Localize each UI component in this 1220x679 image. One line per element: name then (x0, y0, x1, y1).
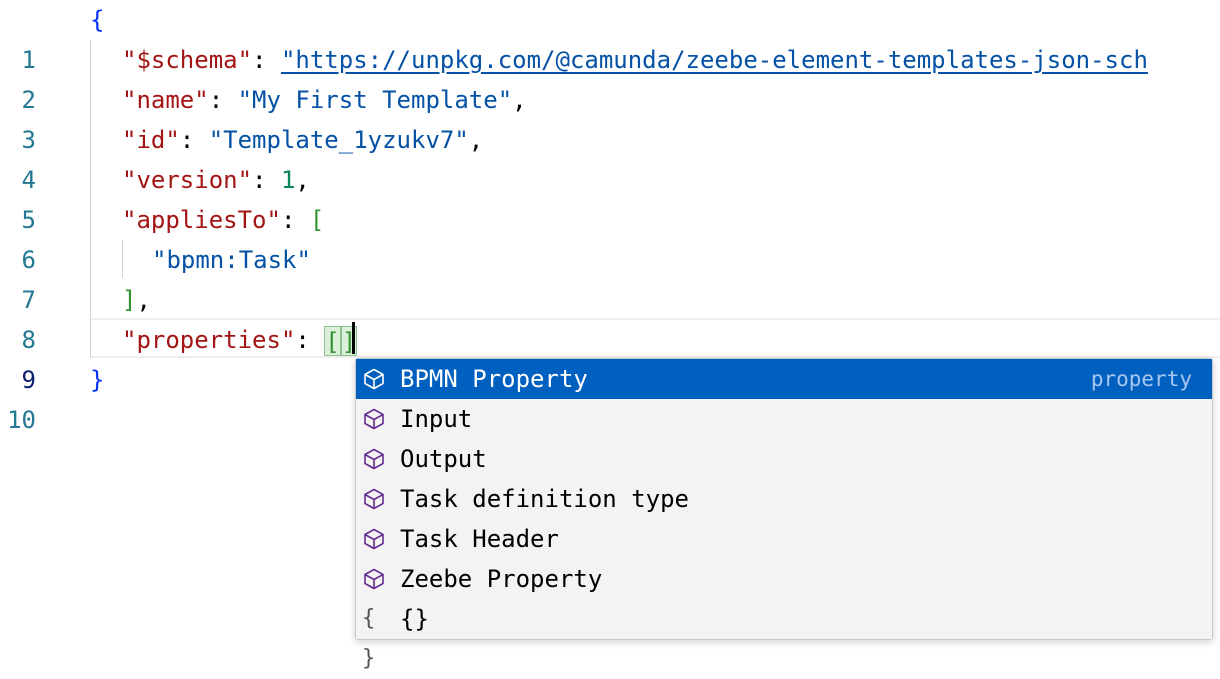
suggestion-label: Zeebe Property (400, 565, 603, 593)
cube-icon (364, 368, 384, 390)
json-key: "id" (122, 126, 180, 154)
schema-link[interactable]: "https://unpkg.com/@camunda/zeebe-elemen… (281, 46, 1148, 74)
colon: : (208, 86, 238, 114)
suggestion-label: Task Header (400, 525, 559, 553)
json-number: 1 (280, 166, 296, 194)
comma: , (512, 86, 527, 114)
suggestion-label: {} (400, 605, 429, 633)
json-key: "name" (122, 86, 209, 114)
json-key: "$schema" (122, 46, 253, 74)
bracket-match-open: [ (324, 326, 341, 356)
text-cursor (352, 322, 355, 354)
json-string: "bpmn:Task" (152, 246, 311, 274)
code-line-active[interactable]: 9 "properties": [] (0, 320, 1220, 394)
json-key: "appliesTo" (122, 206, 281, 234)
colon: : (179, 126, 209, 154)
code-line[interactable]: 8 ], (0, 280, 1220, 354)
colon: : (252, 46, 281, 74)
comma: , (136, 286, 151, 314)
code-line[interactable]: 6 "appliesTo": [ (0, 200, 1220, 274)
cube-icon (364, 448, 384, 470)
suggestion-task-definition-type[interactable]: Task definition type (356, 479, 1212, 519)
suggestion-label: Output (400, 445, 487, 473)
suggestion-label: Task definition type (400, 485, 689, 513)
suggestion-label: Input (400, 405, 473, 433)
suggestion-input[interactable]: Input (356, 399, 1212, 439)
json-string: "My First Template" (237, 86, 513, 114)
json-string: "Template_1yzukv7" (208, 126, 469, 154)
code-line[interactable]: 4 "id": "Template_1yzukv7", (0, 120, 1220, 194)
cube-icon (364, 488, 384, 510)
close-bracket: ] (122, 286, 137, 314)
suggestion-bpmn-property[interactable]: BPMN Property property (356, 359, 1212, 399)
suggestion-detail: property (1090, 367, 1192, 391)
suggestion-output[interactable]: Output (356, 439, 1212, 479)
colon: : (280, 206, 310, 234)
code-line[interactable]: 1 { (0, 0, 1220, 74)
suggestion-label: BPMN Property (400, 365, 588, 393)
close-brace: } (90, 366, 105, 394)
line-number: 10 (7, 406, 36, 434)
code-line[interactable]: 7 "bpmn:Task" (0, 240, 1220, 314)
comma: , (295, 166, 310, 194)
open-bracket: [ (309, 206, 325, 234)
braces-icon: { } (362, 606, 376, 671)
code-line[interactable]: 3 "name": "My First Template", (0, 80, 1220, 154)
autocomplete-widget[interactable]: BPMN Property property Input Output Task… (355, 358, 1213, 671)
json-key: "properties" (122, 326, 296, 354)
cube-icon (364, 408, 384, 430)
colon: : (252, 166, 281, 194)
colon: : (295, 326, 325, 354)
code-line[interactable]: 2 "$schema": "https://unpkg.com/@camunda… (0, 40, 1220, 114)
comma: , (468, 126, 484, 154)
cube-icon (364, 528, 384, 550)
suggestion-task-header[interactable]: Task Header (356, 519, 1212, 559)
cube-icon (364, 568, 384, 590)
suggestion-empty-object[interactable]: { } {} (356, 599, 1212, 671)
open-brace: { (90, 6, 105, 34)
code-line[interactable]: 5 "version": 1, (0, 160, 1220, 234)
suggestion-zeebe-property[interactable]: Zeebe Property (356, 559, 1212, 599)
json-key: "version" (122, 166, 253, 194)
